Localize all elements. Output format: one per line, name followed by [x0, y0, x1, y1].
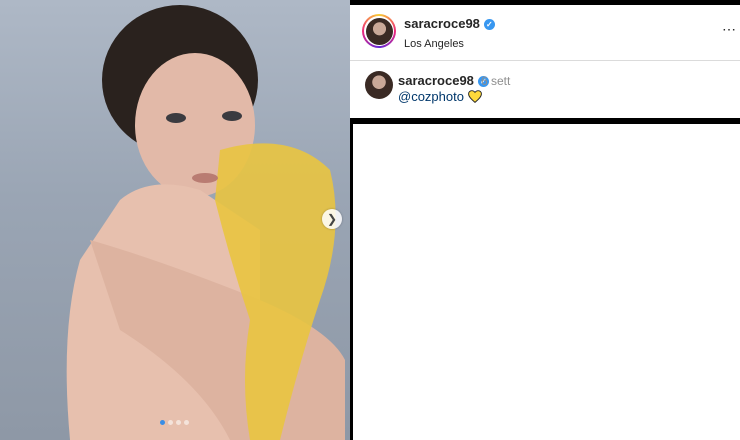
more-options-icon[interactable]: ⋯ — [722, 21, 736, 38]
carousel-dot — [176, 420, 181, 425]
avatar-image — [365, 17, 393, 45]
photo-illustration — [66, 5, 345, 440]
post-username[interactable]: saracroce98 ✓ — [404, 16, 495, 31]
carousel-dots — [160, 420, 189, 425]
chevron-right-icon: ❯ — [326, 212, 338, 226]
caption-comment: saracroce98 ✓ 6 sett @cozphoto — [350, 61, 740, 118]
post-photo[interactable]: ❯ — [0, 0, 350, 440]
comment-avatar[interactable] — [365, 71, 393, 99]
next-photo-button[interactable]: ❯ — [322, 209, 342, 229]
post-side-panel: saracroce98 ✓ Los Angeles ⋯ saracroce98 ✓ … — [350, 0, 740, 440]
comments-area — [353, 124, 740, 440]
comment-username[interactable]: saracroce98 ✓ — [398, 73, 489, 88]
post-header: saracroce98 ✓ Los Angeles ⋯ — [350, 5, 740, 61]
post-location[interactable]: Los Angeles — [404, 38, 464, 50]
comment-timestamp[interactable]: 6 sett — [481, 74, 510, 88]
yellow-heart-icon — [468, 90, 482, 103]
mention-link[interactable]: @cozphoto — [398, 89, 464, 104]
carousel-dot — [160, 420, 165, 425]
carousel-dot — [184, 420, 189, 425]
username-text[interactable]: saracroce98 — [404, 16, 480, 31]
verified-badge-icon: ✓ — [483, 19, 495, 30]
carousel-dot — [168, 420, 173, 425]
comment-text: @cozphoto — [398, 89, 482, 104]
avatar[interactable] — [362, 14, 396, 48]
